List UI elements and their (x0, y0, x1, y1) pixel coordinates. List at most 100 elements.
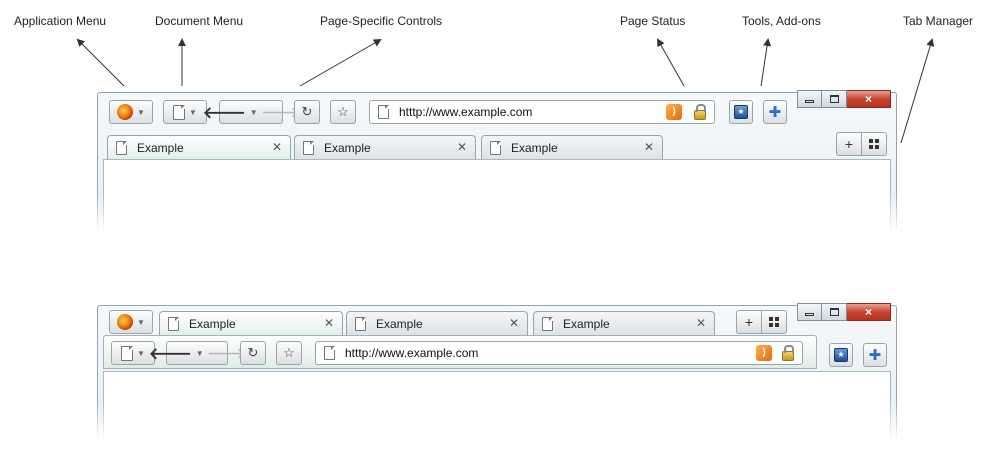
plus-icon: + (844, 136, 854, 152)
page-icon (121, 345, 134, 361)
addons-button[interactable]: ✚ (763, 100, 787, 124)
maximize-button[interactable] (822, 303, 847, 321)
minimize-button[interactable] (797, 90, 822, 108)
page-icon (324, 346, 335, 360)
back-arrow-icon[interactable]: 🡐 (149, 343, 192, 364)
arrow-application-menu (76, 38, 125, 87)
page-icon (173, 104, 186, 120)
url-text: htttp://www.example.com (399, 105, 533, 119)
bottom-fade (93, 192, 901, 232)
maximize-icon (829, 95, 839, 103)
callout-application-menu: Application Menu (14, 14, 107, 28)
page-icon (168, 316, 179, 331)
tab[interactable]: Example ✕ (481, 135, 663, 159)
chevron-down-icon: ▼ (189, 107, 197, 117)
close-window-button[interactable]: × (847, 90, 891, 108)
new-tab-button[interactable]: + (736, 310, 762, 334)
history-dropdown-icon[interactable]: ▼ (196, 349, 204, 358)
tab[interactable]: Example ✕ (107, 135, 291, 159)
bookmark-tool-button[interactable]: ★ (729, 100, 753, 124)
application-menu-button[interactable]: ▼ (109, 310, 153, 334)
close-icon: × (864, 305, 872, 319)
page-icon (378, 105, 389, 119)
tab-manager-button[interactable] (861, 132, 887, 156)
reload-icon: ↻ (247, 345, 259, 360)
tab-grid-icon (869, 139, 879, 149)
minimize-button[interactable] (797, 303, 822, 321)
browser-window-top: × ▼ ▼ 🡐 ▼ 🡒 ↻ ☆ htttp://www.example.com ) … (93, 90, 901, 232)
arrow-tab-manager (900, 38, 935, 144)
reload-button[interactable]: ↻ (240, 341, 266, 365)
callout-page-status: Page Status (620, 14, 686, 28)
bottom-fade (93, 400, 901, 440)
new-tab-button[interactable]: + (836, 132, 862, 156)
tab-manager-button[interactable] (761, 310, 787, 334)
chevron-down-icon: ▼ (137, 107, 145, 117)
back-forward-button[interactable]: 🡐 ▼ 🡒 (203, 100, 299, 124)
page-icon (542, 316, 553, 331)
arrow-page-controls (299, 39, 382, 87)
close-tab-icon[interactable]: ✕ (509, 316, 519, 330)
page-icon (355, 316, 366, 331)
bookmark-tool-icon: ★ (834, 348, 848, 362)
tab[interactable]: Example ✕ (346, 311, 528, 335)
document-menu-button[interactable]: ▼ (163, 100, 207, 124)
callout-tools-addons: Tools, Add-ons (742, 14, 821, 28)
lock-icon[interactable] (782, 345, 794, 361)
bookmark-tool-icon: ★ (734, 105, 748, 119)
maximize-button[interactable] (822, 90, 847, 108)
callout-page-controls: Page-Specific Controls (320, 14, 443, 28)
maximize-icon (829, 308, 839, 316)
arrow-tools-addons (760, 38, 772, 87)
tab-label: Example (137, 140, 184, 155)
caption-buttons: × (797, 303, 891, 321)
minimize-icon (805, 100, 814, 103)
application-menu-button[interactable]: ▼ (109, 100, 153, 124)
rss-icon[interactable]: ) (666, 104, 682, 120)
tab-label: Example (563, 316, 610, 331)
chevron-down-icon: ▼ (137, 348, 145, 358)
tab-grid-icon (769, 317, 779, 327)
close-tab-icon[interactable]: ✕ (272, 140, 282, 154)
rss-icon[interactable]: ) (756, 345, 772, 361)
callout-tab-manager: Tab Manager (903, 14, 974, 28)
tab[interactable]: Example ✕ (533, 311, 715, 335)
puzzle-icon: ✚ (868, 346, 882, 364)
tab[interactable]: Example ✕ (159, 311, 343, 335)
browser-window-bottom: × ▼ Example ✕ Example ✕ Example ✕ + ▼ 🡐 ▼… (93, 303, 901, 440)
url-bar[interactable]: htttp://www.example.com ) (369, 100, 715, 124)
tab-label: Example (324, 140, 371, 155)
bookmark-button[interactable]: ☆ (330, 100, 356, 124)
star-icon: ☆ (283, 345, 295, 360)
addons-button[interactable]: ✚ (863, 343, 887, 367)
url-bar[interactable]: htttp://www.example.com ) (315, 341, 803, 365)
arrow-page-status (657, 38, 685, 87)
bookmark-button[interactable]: ☆ (276, 341, 302, 365)
close-tab-icon[interactable]: ✕ (457, 140, 467, 154)
page-icon (490, 140, 501, 155)
close-tab-icon[interactable]: ✕ (324, 316, 334, 330)
chevron-down-icon: ▼ (137, 317, 145, 327)
close-window-button[interactable]: × (847, 303, 891, 321)
reload-icon: ↻ (301, 104, 313, 119)
puzzle-icon: ✚ (768, 103, 782, 121)
back-arrow-icon[interactable]: 🡐 (203, 102, 246, 123)
bookmark-tool-button[interactable]: ★ (829, 343, 853, 367)
lock-icon[interactable] (694, 104, 706, 120)
close-tab-icon[interactable]: ✕ (696, 316, 706, 330)
tab-label: Example (376, 316, 423, 331)
tab-label: Example (511, 140, 558, 155)
url-text: htttp://www.example.com (345, 346, 479, 360)
back-forward-button[interactable]: 🡐 ▼ 🡒 (149, 341, 245, 365)
reload-button[interactable]: ↻ (294, 100, 320, 124)
close-icon: × (864, 92, 872, 106)
plus-icon: + (744, 314, 754, 330)
firefox-icon (117, 314, 134, 330)
page-icon (116, 140, 127, 155)
tab-label: Example (189, 316, 236, 331)
firefox-icon (117, 104, 134, 120)
history-dropdown-icon[interactable]: ▼ (250, 108, 258, 117)
close-tab-icon[interactable]: ✕ (644, 140, 654, 154)
star-icon: ☆ (337, 104, 349, 119)
tab[interactable]: Example ✕ (294, 135, 476, 159)
